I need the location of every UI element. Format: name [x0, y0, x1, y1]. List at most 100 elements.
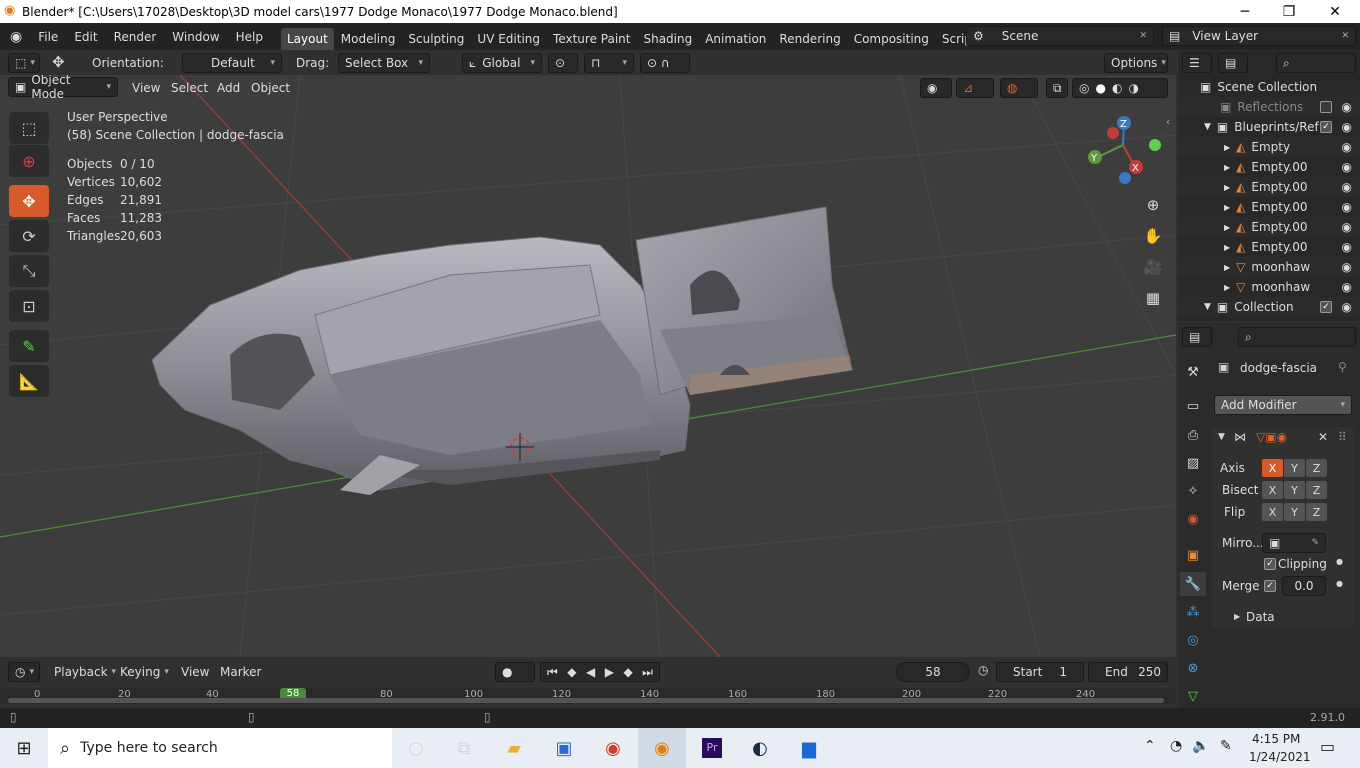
tab-shading[interactable]: Shading — [637, 28, 698, 50]
viewport-menu-object[interactable]: Object — [251, 81, 290, 95]
axis-z-toggle[interactable]: Z — [1306, 459, 1327, 477]
store-button[interactable]: ▣ — [540, 728, 588, 768]
outliner-display-mode[interactable]: ▤ — [1218, 53, 1248, 73]
drag-dropdown[interactable]: Select Box ▾ — [338, 53, 430, 73]
clock-time[interactable]: 4:15 PM — [1252, 732, 1300, 746]
axis-y-toggle[interactable]: Y — [1284, 459, 1305, 477]
orientation-dropdown[interactable]: Default ▾ — [182, 53, 282, 73]
stopwatch-icon[interactable]: ◷ — [978, 663, 988, 677]
zoom-button[interactable]: ⊕ — [1140, 192, 1166, 218]
photos-button[interactable]: ▆ — [785, 728, 833, 768]
tab-compositing[interactable]: Compositing — [848, 28, 935, 50]
expand-icon[interactable]: ▶ — [1224, 263, 1230, 272]
wireframe-shading-icon[interactable]: ◎ — [1079, 81, 1089, 95]
menu-help[interactable]: Help — [228, 30, 271, 44]
expand-icon[interactable]: ▶ — [1224, 163, 1230, 172]
scale-tool[interactable]: ⤡ — [9, 255, 49, 287]
pan-button[interactable]: ✋ — [1140, 223, 1166, 249]
options-dropdown[interactable]: Options ▾ — [1104, 53, 1168, 73]
constraints-tab[interactable]: ⊗ — [1180, 656, 1206, 680]
timeline-menu-view[interactable]: View — [181, 665, 209, 679]
car-mesh[interactable] — [151, 206, 853, 495]
gizmo-neg-z-handle[interactable] — [1119, 172, 1131, 184]
eye-icon[interactable]: ◉ — [1342, 120, 1352, 134]
next-keyframe-icon[interactable]: ◆ — [623, 665, 632, 679]
taskbar-search-box[interactable]: ⌕ Type here to search — [48, 728, 392, 768]
view-layer-tab[interactable]: ▨ — [1180, 451, 1206, 475]
expand-icon[interactable]: ▶ — [1224, 223, 1230, 232]
pen-icon[interactable]: ✎ — [1220, 738, 1232, 754]
tab-rendering[interactable]: Rendering — [773, 28, 846, 50]
keyframe-dot-icon[interactable]: ● — [1336, 557, 1343, 566]
premiere-button[interactable]: Pr — [688, 728, 736, 768]
outliner-row[interactable]: ▶ ◭ Empty.00 ◉ — [1178, 197, 1360, 217]
proportional-editing-dropdown[interactable]: ⊙ ∩ — [640, 53, 690, 73]
tab-texture-paint[interactable]: Texture Paint — [547, 28, 636, 50]
outliner-row[interactable]: ▼ ▣ Collection ✓ ◉ — [1178, 297, 1360, 317]
volume-icon[interactable]: 🔈 — [1192, 738, 1209, 754]
outliner-row[interactable]: ▶ ◭ Empty.00 ◉ — [1178, 217, 1360, 237]
tool-tab[interactable]: ⚒ — [1180, 360, 1206, 384]
exclude-checkbox[interactable]: ✓ — [1320, 121, 1332, 133]
material-shading-icon[interactable]: ◐ — [1112, 81, 1122, 95]
expand-icon[interactable]: ▼ — [1204, 302, 1211, 312]
particles-tab[interactable]: ⁂ — [1180, 600, 1206, 624]
network-icon[interactable]: ◔ — [1170, 738, 1182, 754]
rotate-tool[interactable]: ⟳ — [9, 220, 49, 252]
drag-handle-icon[interactable]: ⠿ — [1338, 430, 1347, 444]
play-icon[interactable]: ▶ — [605, 665, 614, 679]
measure-tool[interactable]: 📐 — [9, 365, 49, 397]
bisect-y-toggle[interactable]: Y — [1284, 481, 1305, 499]
keyframe-dot-icon[interactable]: ● — [1336, 579, 1343, 588]
timeline-scrollbar[interactable] — [8, 698, 1164, 703]
eye-icon[interactable]: ◉ — [1342, 180, 1352, 194]
tab-uv-editing[interactable]: UV Editing — [471, 28, 546, 50]
expand-data-icon[interactable]: ▶ — [1234, 612, 1240, 621]
tab-animation[interactable]: Animation — [699, 28, 772, 50]
expand-icon[interactable]: ▶ — [1224, 143, 1230, 152]
steam-button[interactable]: ◐ — [736, 728, 784, 768]
view-layer-close-icon[interactable]: ✕ — [1337, 31, 1349, 41]
bisect-x-toggle[interactable]: X — [1262, 481, 1283, 499]
mode-dropdown[interactable]: ▣ Object Mode ▾ — [8, 75, 118, 101]
gizmo-neg-y-handle[interactable] — [1149, 139, 1161, 151]
frame-ruler[interactable]: 0 20 40 58 80 100 120 140 160 180 200 22… — [0, 688, 1176, 704]
outliner-editor-type[interactable]: ☰ — [1182, 53, 1212, 73]
move-tool[interactable]: ✥ — [9, 185, 49, 217]
expand-icon[interactable]: ▶ — [1224, 203, 1230, 212]
expand-icon[interactable]: ▶ — [1224, 183, 1230, 192]
navigation-gizmo[interactable]: Z Y X — [1088, 116, 1161, 184]
tab-sculpting[interactable]: Sculpting — [402, 28, 470, 50]
outliner-search[interactable]: ⌕ — [1276, 53, 1356, 73]
xray-toggle[interactable]: ⧉ — [1046, 78, 1068, 98]
eye-icon[interactable]: ◉ — [1342, 300, 1352, 314]
eye-icon[interactable]: ◉ — [1342, 220, 1352, 234]
tool-select-dropdown[interactable]: ⬚ ▾ — [8, 53, 40, 73]
blender-taskbar-button[interactable]: ◉ — [638, 728, 686, 768]
scene-tab[interactable]: ✧ — [1180, 479, 1206, 503]
outliner-row[interactable]: ▼ ▣ Blueprints/Ref ✓ ◉ — [1178, 117, 1360, 137]
solid-shading-icon[interactable]: ● — [1095, 81, 1105, 95]
cortana-button[interactable]: ○ — [392, 728, 440, 768]
cursor-tool[interactable]: ⊕ — [9, 145, 49, 177]
gizmo-neg-x-handle[interactable] — [1107, 127, 1119, 139]
keying-menu[interactable]: Keying ▾ — [114, 662, 174, 682]
remove-modifier-icon[interactable]: ✕ — [1318, 430, 1328, 444]
close-window-button[interactable]: ✕ — [1312, 0, 1358, 23]
snap-dropdown[interactable]: ⊓ ▾ — [584, 53, 634, 73]
timeline-editor-type[interactable]: ◷ ▾ — [8, 662, 40, 682]
chrome-button[interactable]: ◉ — [589, 728, 637, 768]
tab-layout[interactable]: Layout — [280, 28, 334, 50]
viewport-menu-select[interactable]: Select — [171, 81, 208, 95]
prev-keyframe-icon[interactable]: ◆ — [567, 665, 576, 679]
minimize-button[interactable]: ─ — [1222, 0, 1268, 23]
eye-icon[interactable]: ◉ — [1342, 140, 1352, 154]
tab-modeling[interactable]: Modeling — [335, 28, 402, 50]
menu-edit[interactable]: Edit — [66, 30, 105, 44]
jump-start-icon[interactable]: ⏮ — [547, 665, 558, 680]
blender-menu-icon[interactable]: ◉ — [0, 29, 30, 45]
modifier-visibility-icons[interactable]: ▽▣◉ — [1256, 430, 1287, 444]
mirror-object-field[interactable]: ▣ ✎ — [1262, 533, 1326, 553]
viewport-menu-view[interactable]: View — [132, 81, 160, 95]
outliner-row[interactable]: ▶ ◭ Empty.00 ◉ — [1178, 177, 1360, 197]
